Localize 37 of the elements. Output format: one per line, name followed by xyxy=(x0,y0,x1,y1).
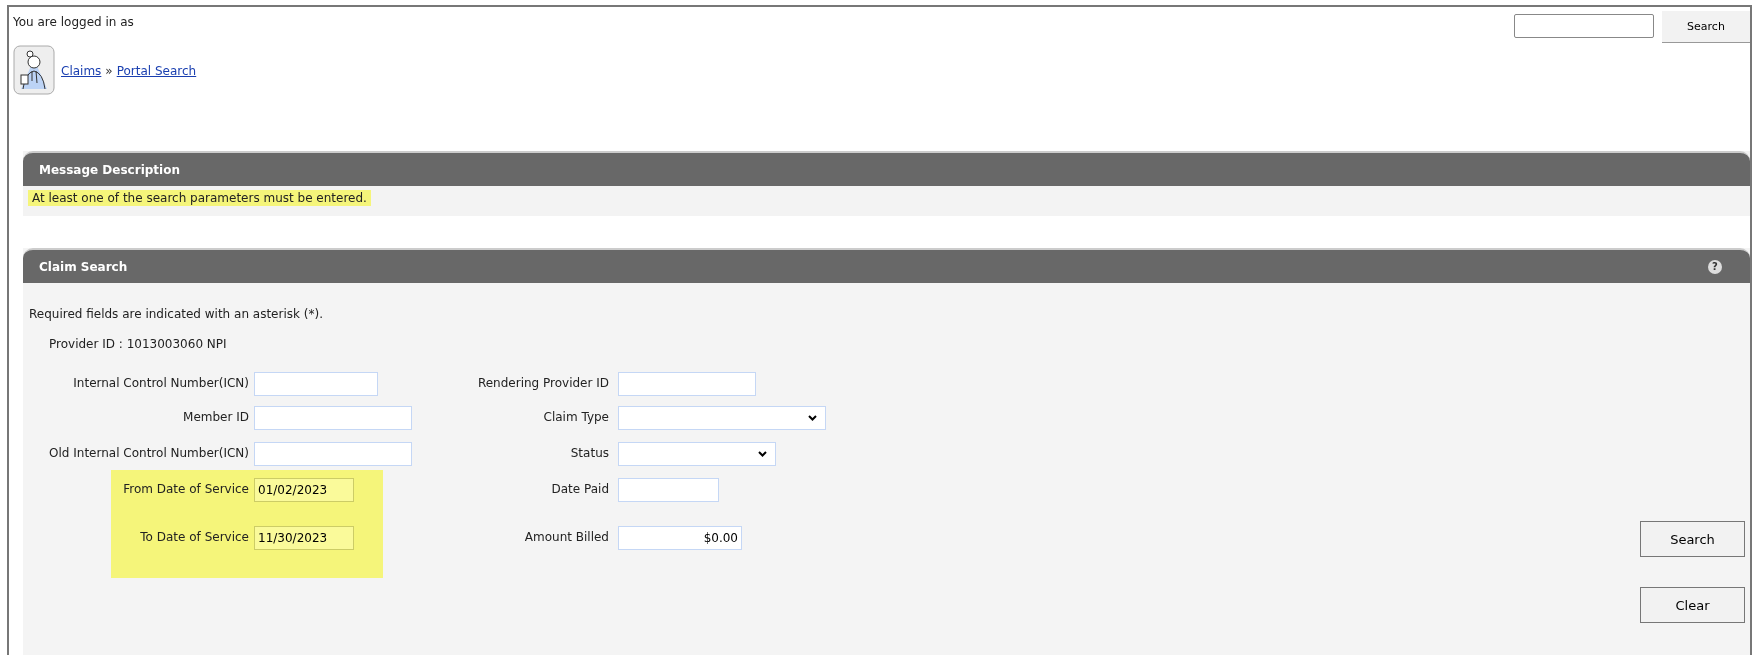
search-field[interactable] xyxy=(1514,14,1654,38)
field-label: Date Paid xyxy=(550,481,609,496)
doctor-icon xyxy=(13,45,57,97)
field-label: From Date of Service xyxy=(122,481,249,496)
error-message: At least one of the search parameters must be entered. xyxy=(28,190,371,206)
field-label: Status xyxy=(569,445,609,460)
help-icon[interactable]: ? xyxy=(1708,259,1722,274)
field-label: Amount Billed xyxy=(523,529,609,544)
amount-field[interactable]: $0.00 xyxy=(618,526,742,550)
form-button[interactable]: Clear xyxy=(1640,587,1745,623)
breadcrumb-link[interactable]: Claims xyxy=(61,64,102,78)
provider-id: Provider ID : 1013003060 NPI xyxy=(48,336,228,353)
field-label: Old Internal Control Number(ICN) xyxy=(48,445,249,460)
field-label: Member ID xyxy=(182,409,249,424)
login-text: You are logged in as xyxy=(13,15,134,29)
field-label: Claim Type xyxy=(542,409,609,424)
dropdown[interactable] xyxy=(618,442,776,466)
breadcrumb-separator: » xyxy=(105,64,113,78)
dropdown[interactable] xyxy=(618,406,826,430)
chevron-down-icon xyxy=(808,415,817,421)
input-field[interactable] xyxy=(254,372,378,396)
input-field[interactable] xyxy=(618,478,719,502)
chevron-down-icon xyxy=(758,451,767,457)
form-button[interactable]: Search xyxy=(1640,521,1745,557)
field-label: Rendering Provider ID xyxy=(476,375,609,390)
panel-title: Message Description xyxy=(39,162,180,177)
date-field[interactable]: 01/02/2023 xyxy=(254,478,354,502)
input-field[interactable] xyxy=(254,442,412,466)
input-field[interactable] xyxy=(618,372,756,396)
breadcrumb-link[interactable]: Portal Search xyxy=(116,64,197,78)
input-field[interactable] xyxy=(254,406,412,430)
field-label: To Date of Service xyxy=(139,529,249,544)
date-field[interactable]: 11/30/2023 xyxy=(254,526,354,550)
panel-title: Claim Search xyxy=(39,259,128,274)
field-label: Internal Control Number(ICN) xyxy=(72,375,249,390)
search-button[interactable]: Search xyxy=(1662,11,1750,43)
required-note: Required fields are indicated with an asterisk (*). xyxy=(29,306,324,323)
